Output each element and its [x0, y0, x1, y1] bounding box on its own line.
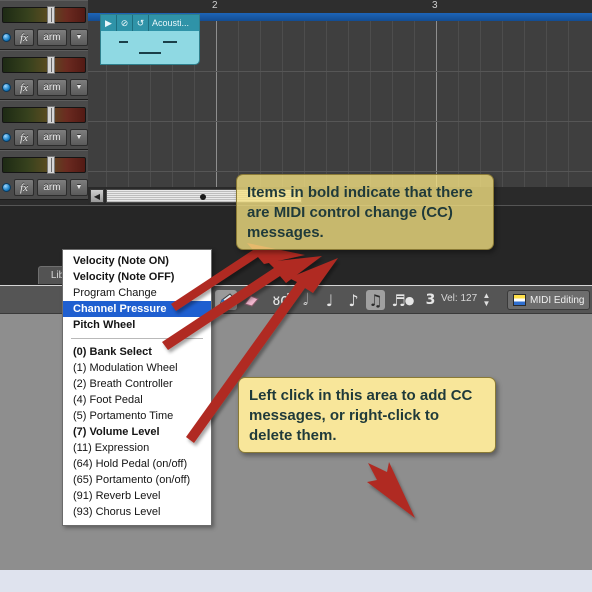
duration-sixteenth-note[interactable]: ♫	[366, 290, 385, 310]
fader-thumb[interactable]	[47, 6, 55, 24]
arm-button[interactable]: arm	[37, 79, 67, 96]
track-volume-fader[interactable]	[2, 106, 86, 124]
track-row[interactable]: fx arm ▼	[0, 50, 88, 100]
fx-button[interactable]: fx	[14, 129, 34, 146]
context-menu-item[interactable]: (7) Volume Level	[63, 424, 211, 440]
duration-half-note[interactable]: 𝅗𝅥	[296, 290, 315, 310]
duration-eighth-note[interactable]: ♪	[344, 290, 363, 310]
midi-editing-icon	[513, 294, 526, 306]
track-header-column: fx arm ▼ fx arm ▼ fx arm ▼ fx arm ▼	[0, 0, 88, 205]
track-volume-fader[interactable]	[2, 156, 86, 174]
midi-clip[interactable]: ▶ ⊘ ↺ Acousti...	[100, 14, 200, 65]
record-led-icon[interactable]	[2, 133, 11, 142]
timeline-ruler[interactable]: 2 3	[88, 0, 592, 13]
arm-button[interactable]: arm	[37, 179, 67, 196]
mute-icon[interactable]: ⊘	[117, 15, 133, 31]
stepper-down-icon[interactable]: ▼	[483, 300, 491, 308]
eraser-tool-button[interactable]	[240, 290, 262, 310]
play-icon[interactable]: ▶	[101, 15, 117, 31]
context-menu-item[interactable]: (65) Portamento (on/off)	[63, 472, 211, 488]
midi-editing-mode-button[interactable]: MIDI Editing	[507, 290, 591, 310]
fader-thumb[interactable]	[47, 56, 55, 74]
record-led-icon[interactable]	[2, 183, 11, 192]
chevron-down-icon[interactable]: ▼	[70, 79, 88, 96]
velocity-stepper[interactable]: ▲ ▼	[482, 292, 491, 308]
fx-button[interactable]: fx	[14, 29, 34, 46]
record-led-icon[interactable]	[2, 33, 11, 42]
context-menu-item[interactable]: Channel Pressure	[63, 301, 211, 317]
scrollbar-grip-icon	[200, 194, 206, 200]
arm-button[interactable]: arm	[37, 129, 67, 146]
context-menu-item[interactable]: Velocity (Note OFF)	[63, 269, 211, 285]
arm-button[interactable]: arm	[37, 29, 67, 46]
fader-thumb[interactable]	[47, 106, 55, 124]
menu-separator	[71, 338, 203, 339]
chevron-down-icon[interactable]: ▼	[70, 29, 88, 46]
chevron-down-icon[interactable]: ▼	[70, 129, 88, 146]
window-bottom-chrome	[0, 570, 592, 592]
scroll-left-icon[interactable]: ◀	[90, 189, 104, 203]
clip-name: Acousti...	[152, 18, 190, 28]
dotted-note-button[interactable]: ●	[400, 290, 419, 310]
ruler-tick: 2	[212, 0, 218, 11]
context-menu-item[interactable]: (64) Hold Pedal (on/off)	[63, 456, 211, 472]
context-menu-item[interactable]: (0) Bank Select	[63, 344, 211, 360]
chevron-down-icon[interactable]: ▼	[70, 179, 88, 196]
pencil-icon	[218, 293, 234, 306]
track-row[interactable]: fx arm ▼	[0, 150, 88, 200]
track-button-row: fx arm ▼	[2, 78, 88, 97]
context-menu-item[interactable]: (1) Modulation Wheel	[63, 360, 211, 376]
midi-editing-label: MIDI Editing	[530, 294, 585, 306]
context-menu-item[interactable]: Pitch Wheel	[63, 317, 211, 333]
record-led-icon[interactable]	[2, 83, 11, 92]
triplet-button[interactable]: 3	[421, 290, 440, 310]
context-menu-item[interactable]: Program Change	[63, 285, 211, 301]
context-menu-item[interactable]: (5) Portamento Time	[63, 408, 211, 424]
track-row[interactable]: fx arm ▼	[0, 0, 88, 50]
track-button-row: fx arm ▼	[2, 128, 88, 147]
loop-icon[interactable]: ↺	[133, 15, 149, 31]
track-volume-fader[interactable]	[2, 56, 86, 74]
context-menu-item[interactable]: (2) Breath Controller	[63, 376, 211, 392]
app-window: fx arm ▼ fx arm ▼ fx arm ▼ fx arm ▼ 2 3 …	[0, 0, 592, 592]
fx-button[interactable]: fx	[14, 179, 34, 196]
track-volume-fader[interactable]	[2, 6, 86, 24]
fx-button[interactable]: fx	[14, 79, 34, 96]
context-menu-item[interactable]: Velocity (Note ON)	[63, 253, 211, 269]
callout-bold-items: Items in bold indicate that there are MI…	[236, 174, 494, 250]
ruler-tick: 3	[432, 0, 438, 11]
fader-thumb[interactable]	[47, 156, 55, 174]
cc-type-context-menu[interactable]: Velocity (Note ON) Velocity (Note OFF) Pro…	[62, 249, 212, 526]
callout-cc-area: Left click in this area to add CC messag…	[238, 377, 496, 453]
clip-header: ▶ ⊘ ↺ Acousti...	[101, 15, 199, 31]
context-menu-item[interactable]: (93) Chorus Level	[63, 504, 211, 520]
velocity-value[interactable]: Vel: 127	[441, 293, 477, 304]
track-row[interactable]: fx arm ▼	[0, 100, 88, 150]
context-menu-item[interactable]: (91) Reverb Level	[63, 488, 211, 504]
duration-whole-note[interactable]: ᴕd	[272, 290, 291, 310]
eraser-icon	[243, 295, 259, 307]
context-menu-item[interactable]: (11) Expression	[63, 440, 211, 456]
track-button-row: fx arm ▼	[2, 28, 88, 47]
context-menu-item[interactable]: (4) Foot Pedal	[63, 392, 211, 408]
pencil-tool-button[interactable]	[215, 290, 237, 310]
duration-quarter-note[interactable]: ♩	[320, 290, 339, 310]
track-button-row: fx arm ▼	[2, 178, 88, 197]
